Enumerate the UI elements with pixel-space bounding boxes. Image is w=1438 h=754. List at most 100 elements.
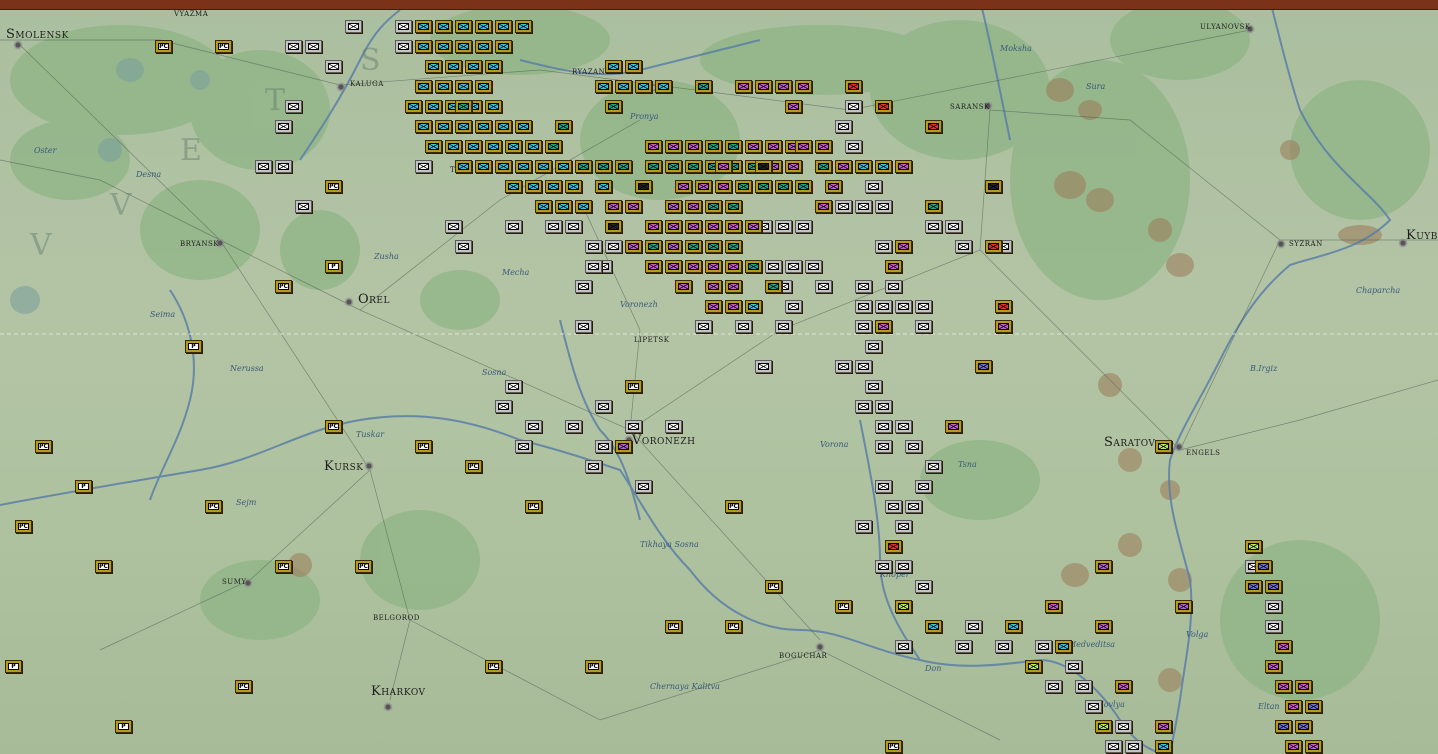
unit-counter[interactable]	[625, 60, 642, 73]
pc-marker-counter[interactable]: PC	[155, 40, 172, 53]
pc-marker-counter[interactable]: PC	[725, 620, 742, 633]
unit-counter[interactable]	[845, 140, 862, 153]
unit-counter[interactable]	[615, 440, 632, 453]
unit-counter[interactable]	[475, 120, 492, 133]
pc-marker-counter[interactable]: PC	[725, 500, 742, 513]
unit-counter[interactable]	[665, 140, 682, 153]
unit-counter[interactable]	[625, 420, 642, 433]
unit-counter[interactable]	[1155, 740, 1172, 753]
unit-counter[interactable]	[765, 140, 782, 153]
pc-marker-counter[interactable]: PC	[665, 620, 682, 633]
unit-counter[interactable]	[985, 180, 1002, 193]
unit-counter[interactable]	[1285, 740, 1302, 753]
unit-counter[interactable]	[875, 100, 892, 113]
unit-counter[interactable]	[875, 480, 892, 493]
unit-counter[interactable]	[835, 200, 852, 213]
unit-counter[interactable]	[1305, 740, 1322, 753]
unit-counter[interactable]	[1155, 440, 1172, 453]
unit-counter[interactable]	[725, 200, 742, 213]
unit-counter[interactable]	[545, 180, 562, 193]
unit-counter[interactable]	[665, 220, 682, 233]
unit-counter[interactable]	[1275, 640, 1292, 653]
pc-marker-counter[interactable]: PC	[325, 180, 342, 193]
unit-counter[interactable]	[875, 440, 892, 453]
pc-marker-counter[interactable]: PC	[35, 440, 52, 453]
unit-counter[interactable]	[515, 120, 532, 133]
unit-counter[interactable]	[775, 320, 792, 333]
unit-counter[interactable]	[665, 240, 682, 253]
unit-counter[interactable]	[685, 240, 702, 253]
unit-counter[interactable]	[805, 260, 822, 273]
unit-counter[interactable]	[795, 80, 812, 93]
unit-counter[interactable]	[1265, 580, 1282, 593]
unit-counter[interactable]	[875, 320, 892, 333]
unit-counter[interactable]	[555, 200, 572, 213]
unit-counter[interactable]	[1175, 600, 1192, 613]
unit-counter[interactable]	[415, 80, 432, 93]
unit-counter[interactable]	[515, 160, 532, 173]
unit-counter[interactable]	[645, 240, 662, 253]
unit-counter[interactable]	[635, 180, 652, 193]
unit-counter[interactable]	[485, 100, 502, 113]
unit-counter[interactable]	[945, 220, 962, 233]
unit-counter[interactable]	[715, 160, 732, 173]
unit-counter[interactable]	[575, 280, 592, 293]
unit-counter[interactable]	[305, 40, 322, 53]
unit-counter[interactable]	[505, 180, 522, 193]
unit-counter[interactable]	[885, 280, 902, 293]
unit-counter[interactable]	[775, 80, 792, 93]
unit-counter[interactable]	[1255, 560, 1272, 573]
unit-counter[interactable]	[725, 300, 742, 313]
unit-counter[interactable]	[505, 140, 522, 153]
unit-counter[interactable]	[775, 180, 792, 193]
unit-counter[interactable]	[505, 220, 522, 233]
city-smolensk[interactable]: Smolensk	[6, 27, 69, 42]
unit-counter[interactable]	[865, 340, 882, 353]
unit-counter[interactable]	[665, 160, 682, 173]
unit-counter[interactable]	[515, 20, 532, 33]
unit-counter[interactable]	[1125, 740, 1142, 753]
unit-counter[interactable]	[415, 120, 432, 133]
unit-counter[interactable]	[855, 160, 872, 173]
city-saransk[interactable]: SARANSK	[950, 103, 990, 111]
unit-counter[interactable]	[1275, 680, 1292, 693]
unit-counter[interactable]	[965, 620, 982, 633]
unit-counter[interactable]	[855, 200, 872, 213]
unit-counter[interactable]	[695, 320, 712, 333]
unit-counter[interactable]	[715, 180, 732, 193]
unit-counter[interactable]	[495, 120, 512, 133]
unit-counter[interactable]	[705, 140, 722, 153]
pc-marker-counter[interactable]: PC	[275, 280, 292, 293]
unit-counter[interactable]	[505, 380, 522, 393]
pc-marker-counter[interactable]: PC	[585, 660, 602, 673]
unit-counter[interactable]	[925, 200, 942, 213]
unit-counter[interactable]	[735, 180, 752, 193]
pc-marker-counter[interactable]: PC	[485, 660, 502, 673]
unit-counter[interactable]	[605, 200, 622, 213]
unit-counter[interactable]	[905, 500, 922, 513]
unit-counter[interactable]	[835, 120, 852, 133]
unit-counter[interactable]	[725, 260, 742, 273]
unit-counter[interactable]	[745, 140, 762, 153]
unit-counter[interactable]	[645, 260, 662, 273]
pc-marker-counter[interactable]: PC	[355, 560, 372, 573]
pc-marker-counter[interactable]: PC	[15, 520, 32, 533]
pc-marker-counter[interactable]: PC	[885, 740, 902, 753]
unit-counter[interactable]	[995, 320, 1012, 333]
unit-counter[interactable]	[725, 240, 742, 253]
unit-counter[interactable]	[1265, 660, 1282, 673]
unit-counter[interactable]	[325, 60, 342, 73]
unit-counter[interactable]	[795, 140, 812, 153]
unit-counter[interactable]	[475, 160, 492, 173]
unit-counter[interactable]	[895, 520, 912, 533]
unit-counter[interactable]	[625, 200, 642, 213]
unit-counter[interactable]	[685, 140, 702, 153]
unit-counter[interactable]	[1245, 580, 1262, 593]
unit-counter[interactable]	[615, 80, 632, 93]
unit-counter[interactable]	[1055, 640, 1072, 653]
unit-counter[interactable]	[285, 100, 302, 113]
unit-counter[interactable]	[705, 260, 722, 273]
city-syzran[interactable]: SYZRAN	[1289, 240, 1323, 248]
unit-counter[interactable]	[705, 300, 722, 313]
unit-counter[interactable]	[495, 400, 512, 413]
